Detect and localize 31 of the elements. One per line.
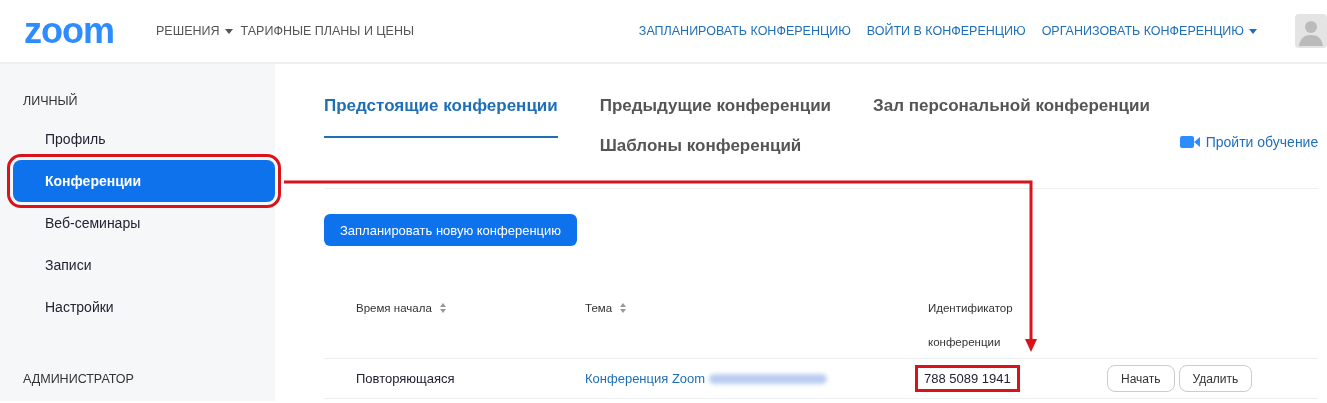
caret-icon bbox=[224, 28, 233, 34]
sidebar-item[interactable]: Настройки bbox=[13, 286, 275, 328]
nav-link[interactable]: РЕШЕНИЯ bbox=[156, 24, 233, 38]
sort-icon bbox=[620, 303, 627, 313]
video-camera-icon bbox=[1179, 136, 1200, 148]
training-link[interactable]: Пройти обучение bbox=[1179, 132, 1319, 152]
sidebar-section-title: АДМИНИСТРАТОР bbox=[22, 372, 135, 386]
tab[interactable]: Предстоящие конференции bbox=[324, 96, 558, 138]
tab[interactable]: Зал персональной конференции bbox=[873, 96, 1150, 136]
avatar-icon[interactable] bbox=[1295, 14, 1327, 48]
tab[interactable]: Предыдущие конференции bbox=[599, 96, 832, 136]
column-header[interactable]: Время начала bbox=[356, 291, 432, 325]
action-button[interactable]: Начать bbox=[1107, 365, 1175, 392]
column-header: Идентификатор конференции bbox=[928, 301, 1014, 350]
tab[interactable]: Шаблоны конференций bbox=[599, 136, 802, 176]
caret-icon bbox=[1249, 28, 1257, 34]
table-cell-text: Повторяющаяся bbox=[356, 371, 456, 386]
sort-icon bbox=[439, 303, 446, 313]
sidebar-item[interactable]: Записи bbox=[13, 244, 275, 286]
column-header[interactable]: Тема bbox=[585, 291, 613, 325]
nav-link[interactable]: ВОЙТИ В КОНФЕРЕНЦИЮ bbox=[866, 24, 1026, 38]
nav-link[interactable]: ОРГАНИЗОВАТЬ КОНФЕРЕНЦИЮ bbox=[1041, 24, 1257, 38]
nav-link[interactable]: ЗАПЛАНИРОВАТЬ КОНФЕРЕНЦИЮ bbox=[638, 24, 851, 38]
sidebar-section-title: ЛИЧНЫЙ bbox=[22, 94, 79, 108]
schedule-button[interactable]: Запланировать новую конференцию bbox=[324, 214, 578, 246]
sidebar-item[interactable]: Веб-семинары bbox=[13, 202, 275, 244]
nav-link[interactable]: ТАРИФНЫЕ ПЛАНЫ И ЦЕНЫ bbox=[240, 24, 415, 38]
meeting-id: 788 5089 1941 bbox=[918, 368, 1017, 389]
sidebar-item[interactable]: Профиль bbox=[13, 118, 275, 160]
action-button[interactable]: Удалить bbox=[1178, 365, 1253, 392]
topic-link[interactable]: Конференция Zoom bbox=[585, 371, 706, 386]
